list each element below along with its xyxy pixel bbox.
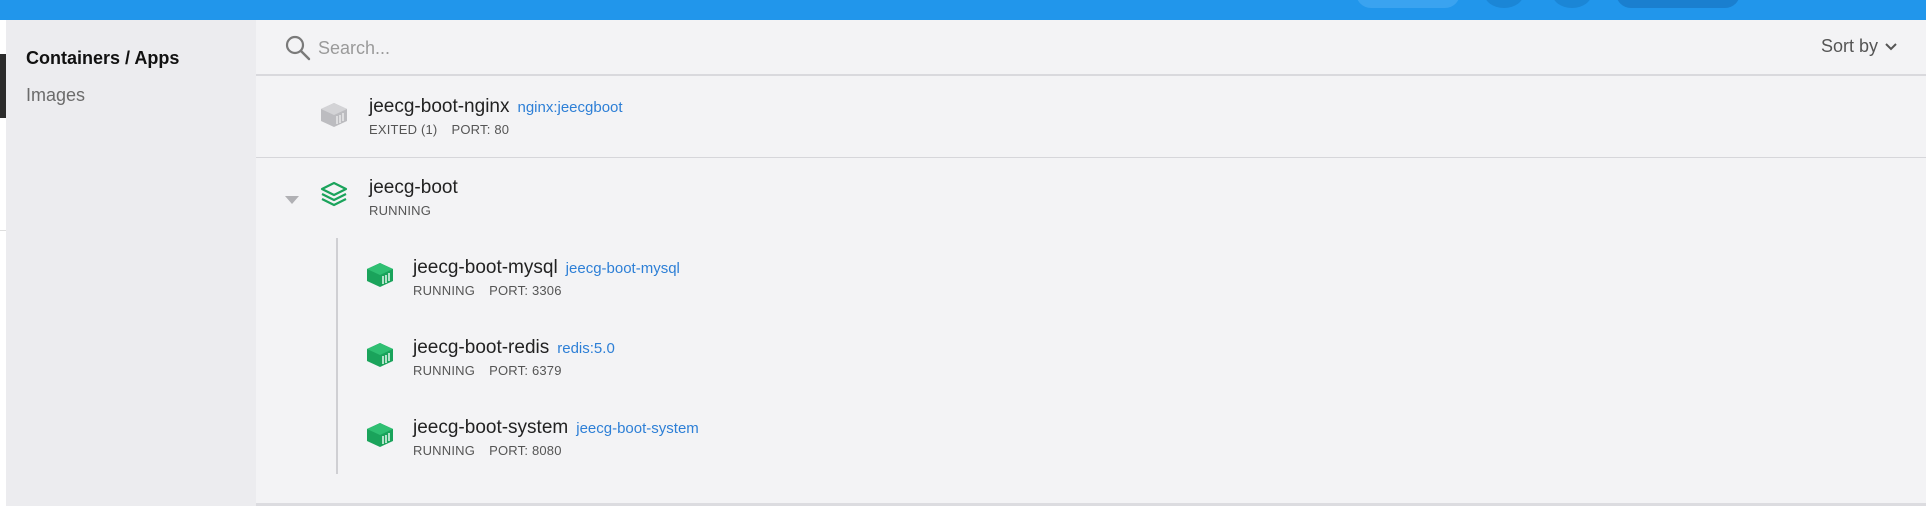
app-name: jeecg-boot (369, 177, 458, 198)
container-status: RUNNING (413, 443, 476, 458)
sort-by-label: Sort by (1820, 36, 1878, 56)
chevron-down-icon (1885, 42, 1897, 50)
image-link[interactable]: redis:5.0 (557, 340, 615, 357)
container-port: PORT: 8080 (489, 443, 562, 458)
child-container-row[interactable]: jeecg-boot-mysql jeecg-boot-mysql RUNNING… (256, 240, 1926, 304)
app-row[interactable]: jeecg-boot RUNNING (256, 159, 1926, 229)
search-bar: Sort by (256, 20, 1926, 76)
search-icon (285, 35, 311, 61)
containers-panel: Sort by jeecg-boot-nginx nginx:jeecgboot … (256, 20, 1926, 506)
sidebar-item-images[interactable]: Images (26, 85, 85, 106)
image-link[interactable]: jeecg-boot-system (576, 420, 699, 437)
container-port: PORT: 6379 (489, 363, 562, 378)
app-status: RUNNING (369, 203, 432, 218)
child-container-row[interactable]: jeecg-boot-system jeecg-boot-system RUNNI… (256, 400, 1926, 464)
container-stopped-icon (321, 103, 347, 127)
container-name: jeecg-boot-system (413, 417, 569, 438)
container-row[interactable]: jeecg-boot-nginx nginx:jeecgboot EXITED (… (256, 78, 1926, 158)
container-status: RUNNING (413, 283, 476, 298)
container-running-icon (367, 343, 393, 367)
container-running-icon (367, 263, 393, 287)
container-running-icon (367, 423, 393, 447)
top-bar-pill-button[interactable] (1356, 0, 1460, 8)
sort-by-dropdown[interactable]: Sort by (1821, 36, 1898, 57)
top-bar-action-button[interactable] (1616, 0, 1740, 8)
container-port: PORT: 80 (451, 122, 510, 137)
top-bar-round-button-2[interactable] (1552, 0, 1592, 8)
search-input[interactable] (318, 32, 1118, 64)
sidebar-item-containers-apps[interactable]: Containers / Apps (26, 48, 179, 69)
container-name: jeecg-boot-redis (413, 337, 550, 358)
caret-down-icon[interactable] (284, 195, 300, 205)
child-container-row[interactable]: jeecg-boot-redis redis:5.0 RUNNING PORT: 6… (256, 320, 1926, 384)
container-status: RUNNING (413, 363, 476, 378)
container-name: jeecg-boot-mysql (413, 257, 558, 278)
container-name: jeecg-boot-nginx (369, 96, 510, 117)
sidebar: Containers / Apps Images (6, 20, 256, 506)
image-link[interactable]: nginx:jeecgboot (517, 99, 622, 116)
top-bar (0, 0, 1926, 20)
image-link[interactable]: jeecg-boot-mysql (566, 260, 680, 277)
app-stack-icon (320, 181, 348, 207)
top-bar-round-button[interactable] (1484, 0, 1524, 8)
container-port: PORT: 3306 (489, 283, 562, 298)
container-status: EXITED (1) (369, 122, 438, 137)
